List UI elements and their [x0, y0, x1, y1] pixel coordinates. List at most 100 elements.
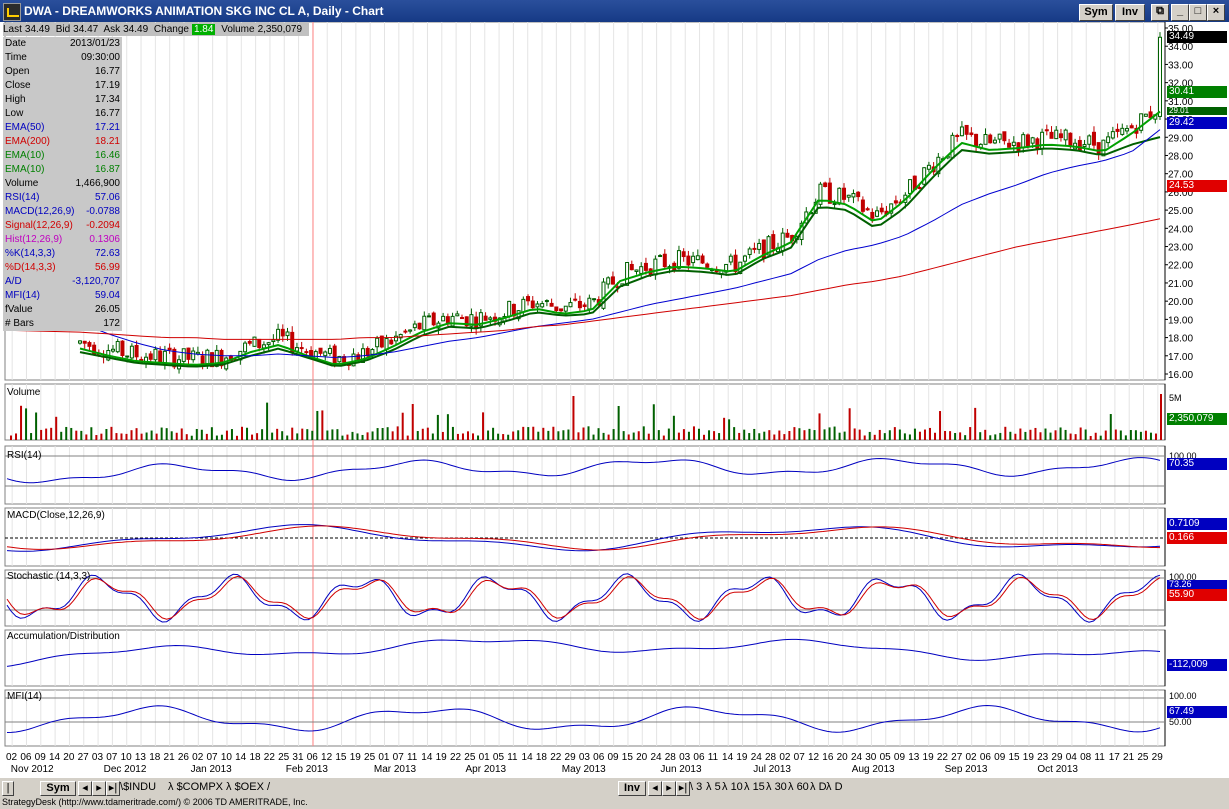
interval-tab[interactable]: λ 60: [788, 780, 809, 794]
volume-bar: [738, 432, 741, 440]
date-axis-day: 25: [1137, 752, 1149, 763]
interval-tab[interactable]: λ 10: [722, 780, 743, 794]
macd-tag: 0.7109: [1167, 518, 1227, 530]
scroll-first-icon[interactable]: |: [2, 781, 14, 796]
scroll-right-icon[interactable]: ▸: [92, 781, 106, 796]
volume-bar: [456, 433, 459, 440]
volume-bar: [949, 431, 952, 440]
volume-bar: [85, 434, 88, 440]
date-axis-month: Oct 2013: [1037, 764, 1078, 775]
data-window-value: 26.05: [94, 304, 120, 315]
candle-body: [257, 338, 262, 348]
candle-body: [1129, 125, 1134, 129]
volume-bar: [934, 432, 937, 440]
data-window-row: Volume 1,466,900: [3, 177, 122, 191]
interval-right-icon[interactable]: ▸: [662, 781, 676, 796]
candle-body: [530, 300, 535, 309]
price-axis-label: 18.00: [1168, 334, 1193, 345]
chart-area[interactable]: 35.0034.0033.0032.0031.0030.0029.0028.00…: [0, 22, 1229, 778]
tab-oex[interactable]: λ $OEX /: [226, 780, 270, 794]
date-axis-day: 21: [164, 752, 176, 763]
close-icon[interactable]: ×: [1207, 4, 1225, 21]
volume-bar: [396, 426, 399, 440]
maximize-icon[interactable]: □: [1189, 4, 1207, 21]
volume-bar: [130, 430, 133, 440]
candle-body: [587, 297, 592, 310]
volume-bar: [833, 426, 836, 440]
ask-value: 34.49: [123, 24, 149, 35]
ad-tag: -112,009: [1167, 659, 1227, 671]
price-axis-label: 17.00: [1168, 352, 1193, 363]
volume-bar: [913, 428, 916, 440]
candle-body: [1044, 129, 1049, 132]
interval-left-icon[interactable]: ◂: [648, 781, 662, 796]
volume-bar: [918, 431, 921, 440]
candle-body: [483, 315, 488, 321]
candle-body: [162, 350, 167, 364]
volume-bar: [205, 433, 208, 440]
bottom-sym-button[interactable]: Sym: [40, 781, 76, 796]
date-axis-month: Apr 2013: [466, 764, 507, 775]
volume-bar: [1054, 430, 1057, 440]
volume-bar: [441, 431, 444, 440]
volume-bar: [110, 426, 113, 440]
volume-bar: [170, 431, 173, 440]
volume-bar: [723, 417, 726, 440]
candle-body: [1068, 132, 1073, 146]
volume-bar: [155, 433, 158, 440]
volume-bar: [190, 435, 193, 440]
candle-body: [700, 255, 705, 264]
date-axis-day: 26: [178, 752, 190, 763]
date-axis-day: 06: [693, 752, 705, 763]
volume-bar: [391, 431, 394, 440]
date-axis-day: 22: [450, 752, 462, 763]
volume-bar: [230, 429, 233, 440]
candle-body: [266, 342, 271, 346]
volume-bar: [381, 428, 384, 440]
data-window-label: MFI(14): [5, 290, 40, 301]
inv-button[interactable]: Inv: [1115, 4, 1145, 21]
interval-tab[interactable]: \ 3: [690, 780, 702, 794]
date-axis-day: 28: [765, 752, 777, 763]
sym-button[interactable]: Sym: [1079, 4, 1113, 21]
candle-body: [507, 300, 512, 317]
data-window-label: EMA(50): [5, 122, 45, 133]
volume-bar: [120, 433, 123, 440]
volume-bar: [492, 427, 495, 440]
candle-body: [639, 266, 644, 274]
interval-tab[interactable]: λ D: [826, 780, 843, 794]
candle-body: [568, 302, 573, 308]
volume-bar: [547, 430, 550, 440]
date-axis-day: 31: [292, 752, 304, 763]
scroll-left-icon[interactable]: ◂: [78, 781, 92, 796]
date-axis-day: 15: [622, 752, 634, 763]
ema50-tag: 29.42: [1167, 117, 1227, 129]
macd-panel-label: MACD(Close,12,26,9): [7, 510, 105, 521]
volume-bar: [200, 429, 203, 440]
volume-bar: [677, 432, 680, 440]
interval-tab[interactable]: λ D: [810, 780, 827, 794]
interval-tab[interactable]: λ 30: [766, 780, 787, 794]
data-window-row: A/D -3,120,707: [3, 275, 122, 289]
bottom-inv-button[interactable]: Inv: [618, 781, 646, 796]
interval-tab[interactable]: λ 15: [744, 780, 765, 794]
minimize-icon[interactable]: _: [1171, 4, 1189, 21]
data-window-value: 17.19: [94, 80, 120, 91]
interval-last-icon[interactable]: ▸|: [676, 781, 690, 796]
change-value: 1.84: [191, 24, 216, 35]
candle-body: [1021, 134, 1026, 149]
data-window-row: RSI(14) 57.06: [3, 191, 122, 205]
volume-bar: [1114, 429, 1117, 440]
volume-bar: [1084, 429, 1087, 440]
interval-tab[interactable]: λ 5: [706, 780, 721, 794]
candle-body: [1049, 131, 1054, 139]
tab-indu[interactable]: \$INDU: [120, 780, 156, 794]
date-axis-day: 09: [994, 752, 1006, 763]
volume-bar: [281, 431, 284, 440]
date-axis-day: 21: [1123, 752, 1135, 763]
chart-canvas[interactable]: 35.0034.0033.0032.0031.0030.0029.0028.00…: [0, 22, 1229, 778]
scroll-last-icon[interactable]: ▸|: [106, 781, 120, 796]
tab-compx[interactable]: λ $COMPX: [168, 780, 223, 794]
restore-icon[interactable]: ⧉: [1151, 4, 1169, 21]
volume-bar: [140, 433, 143, 440]
